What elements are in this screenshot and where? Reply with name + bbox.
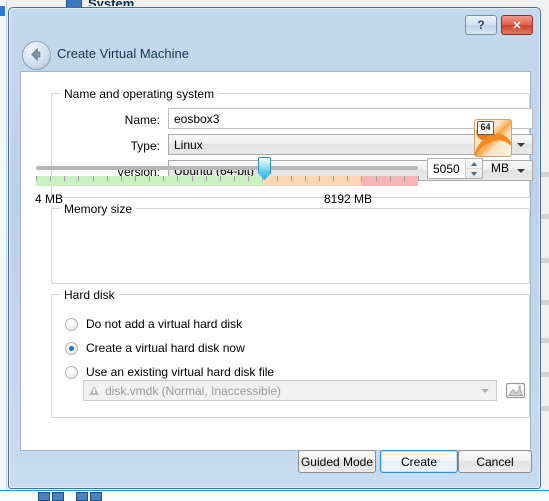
hard-disk-group-title: Hard disk [60, 288, 119, 302]
help-button[interactable]: ? [465, 15, 497, 35]
memory-scale-tick [50, 176, 52, 181]
guided-mode-button[interactable]: Guided Mode [298, 450, 376, 473]
memory-scale-tick [418, 176, 419, 181]
memory-stepper-arrows [465, 159, 482, 178]
background-status-icon [52, 492, 64, 501]
memory-size-value[interactable]: 5050 [428, 162, 465, 176]
background-status-icon [38, 492, 50, 501]
memory-scale-tick [64, 176, 66, 181]
create-button[interactable]: Create [380, 450, 458, 473]
background-accent-bar [0, 6, 5, 16]
close-button[interactable]: ✕ [501, 15, 533, 35]
type-label: Type: [130, 139, 160, 153]
memory-size-group-title: Memory size [60, 202, 137, 216]
radio-no-disk-label: Do not add a virtual hard disk [86, 317, 243, 331]
memory-scale-tick [375, 176, 377, 181]
memory-scale-tick [403, 176, 405, 181]
existing-disk-value: disk.vmdk (Normal, Inaccessible) [105, 383, 282, 398]
memory-scale-tick [36, 176, 37, 181]
memory-scale-tick [78, 176, 80, 181]
background-status-icon [76, 492, 88, 501]
dialog-footer: Guided Mode Create Cancel [9, 450, 540, 480]
memory-slider-track[interactable] [36, 166, 418, 170]
chevron-down-icon [517, 168, 525, 173]
memory-scale-tick [106, 176, 108, 181]
memory-scale-tick [120, 176, 122, 181]
name-label: Name: [124, 113, 160, 127]
memory-size-stepper[interactable]: 5050 [427, 158, 483, 179]
memory-stepper-increment[interactable] [466, 159, 482, 169]
radio-no-disk[interactable]: Do not add a virtual hard disk [65, 317, 242, 331]
memory-scale-tick [177, 176, 179, 181]
memory-scale-tick [219, 176, 221, 181]
radio-create-disk[interactable]: Create a virtual hard disk now [65, 341, 245, 355]
background-status-icon [90, 492, 102, 501]
memory-scale-tick [290, 176, 292, 181]
cancel-button[interactable]: Cancel [458, 450, 532, 473]
dialog-content: Name and operating system Name: eosbox3 … [20, 71, 533, 451]
memory-min-label: 4 MB [35, 192, 64, 206]
memory-scale-tick [389, 176, 391, 181]
radio-existing-disk[interactable]: Use an existing virtual hard disk file [65, 365, 274, 379]
memory-max-label: 8192 MB [324, 192, 373, 206]
os-architecture-badge: 64 [477, 121, 494, 135]
background-left-panel [0, 0, 7, 501]
type-select-value: Linux [174, 137, 203, 152]
radio-create-disk-label: Create a virtual hard disk now [86, 341, 245, 355]
chevron-down-icon [481, 388, 489, 393]
memory-scale-tick [347, 176, 349, 181]
background-window-title: System [88, 0, 134, 6]
page-title: Create Virtual Machine [57, 46, 189, 61]
memory-scale-tick [135, 176, 137, 181]
radio-create-disk-indicator[interactable] [65, 341, 78, 355]
window-controls: ? ✕ [465, 15, 533, 35]
memory-scale-tick [304, 176, 306, 181]
memory-scale-tick [163, 176, 165, 181]
warning-triangle-icon [89, 386, 99, 395]
chevron-down-icon [471, 171, 477, 176]
dialog-titlebar: ? ✕ Create Virtual Machine [9, 8, 540, 71]
radio-existing-disk-indicator[interactable] [65, 365, 78, 379]
chevron-down-icon [517, 142, 525, 147]
memory-scale-tick [276, 176, 278, 181]
memory-scale-tick [234, 176, 236, 181]
memory-slider-ticks [36, 176, 419, 186]
name-and-os-group-title: Name and operating system [60, 87, 219, 101]
memory-stepper-decrement[interactable] [466, 169, 482, 178]
memory-scale-tick [318, 176, 320, 181]
hard-disk-group: Hard disk Do not add a virtual hard disk… [51, 288, 530, 418]
folder-browse-icon[interactable] [504, 379, 527, 401]
radio-existing-disk-label: Use an existing virtual hard disk file [86, 365, 275, 379]
memory-scale-tick [92, 176, 94, 181]
memory-scale-tick [149, 176, 151, 181]
radio-no-disk-indicator[interactable] [65, 317, 78, 331]
memory-scale-tick [361, 176, 363, 181]
memory-scale-tick [205, 176, 207, 181]
memory-scale-tick [333, 176, 335, 181]
back-arrow-icon[interactable] [22, 41, 51, 70]
memory-scale-tick [191, 176, 193, 181]
memory-scale-tick [248, 176, 250, 181]
create-virtual-machine-dialog: ? ✕ Create Virtual Machine Name and oper… [8, 7, 541, 489]
memory-size-group: Memory size [51, 202, 530, 284]
chevron-up-icon [471, 161, 477, 166]
existing-disk-select[interactable]: disk.vmdk (Normal, Inaccessible) [83, 380, 497, 401]
os-type-icon: 64 [474, 119, 512, 157]
memory-unit-label: MB [491, 161, 509, 175]
